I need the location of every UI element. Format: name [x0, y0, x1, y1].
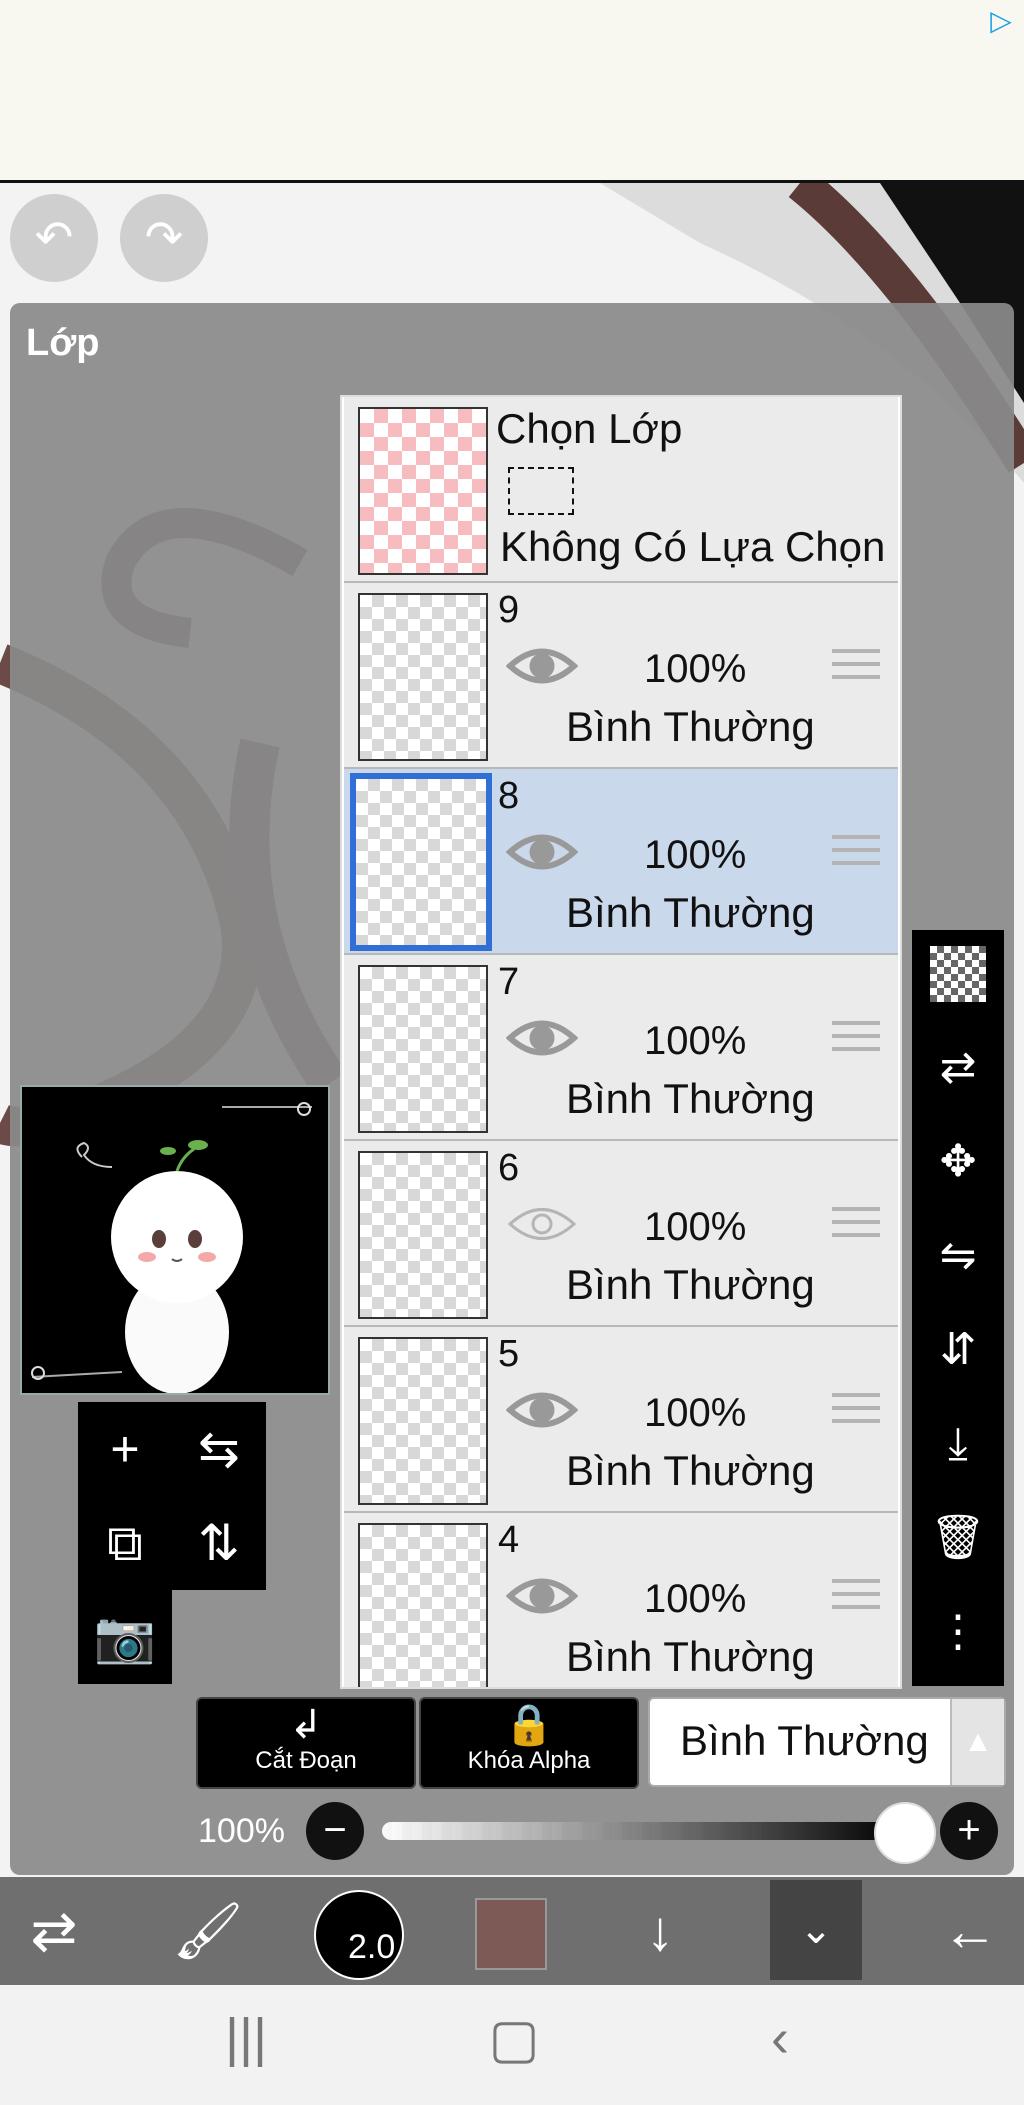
drag-handle-icon[interactable]	[832, 1393, 880, 1435]
opacity-slider-track[interactable]	[382, 1822, 902, 1840]
redo-icon: ↷	[144, 211, 184, 263]
back-arrow-icon[interactable]: ←	[930, 1887, 1010, 1975]
layer-blend-mode: Bình Thường	[566, 703, 815, 750]
flip-horizontal-button[interactable]: ⇆	[172, 1402, 266, 1496]
layer-number: 6	[498, 1147, 520, 1189]
camera-button[interactable]: 📷	[78, 1590, 172, 1684]
layer-row[interactable]: 7 100% Bình Thường	[344, 955, 898, 1142]
layer-opacity: 100%	[644, 1019, 747, 1063]
more-options-icon[interactable]: ⋮	[930, 1604, 986, 1660]
trash-icon[interactable]: 🗑	[930, 1510, 986, 1566]
eye-icon[interactable]	[506, 827, 578, 877]
recent-apps-icon[interactable]: |||	[206, 2007, 286, 2069]
eye-icon[interactable]	[506, 641, 578, 691]
layer-thumbnail	[358, 1337, 488, 1505]
flip-horizontal-icon[interactable]: ⇋	[930, 1228, 986, 1284]
move-icon[interactable]: ✥	[930, 1134, 986, 1190]
eye-hidden-icon[interactable]	[506, 1199, 578, 1249]
panel-title: Lớp	[26, 322, 100, 364]
transform-eraser-icon[interactable]: ⇄	[14, 1887, 94, 1975]
layer-quick-tools: + ⇆ ⧉ ⇅ 📷	[78, 1402, 268, 1688]
clipping-label: Cắt Đoạn	[255, 1747, 357, 1774]
layer-thumbnail	[358, 593, 488, 761]
opacity-increase-button[interactable]: +	[940, 1802, 998, 1860]
layer-row[interactable]: 8 100% Bình Thường	[344, 769, 898, 956]
layer-thumbnail	[358, 1151, 488, 1319]
layer-thumbnail	[350, 773, 492, 951]
arrow-down-icon[interactable]: ↓	[620, 1887, 700, 1975]
eye-icon[interactable]	[506, 1571, 578, 1621]
layer-opacity: 100%	[644, 647, 747, 691]
layer-blend-mode: Bình Thường	[566, 1261, 815, 1308]
layer-list[interactable]: Chọn Lớp Không Có Lựa Chọn 9 100% Bình T…	[340, 395, 902, 1689]
merge-down-icon[interactable]: ⤓	[930, 1416, 986, 1472]
layer-side-toolbar: ⇄ ✥ ⇋ ⇵ ⤓ 🗑 ⋮	[912, 930, 1004, 1686]
opacity-label: 100%	[198, 1812, 285, 1850]
layer-row[interactable]: 4 100% Bình Thường	[344, 1513, 898, 1687]
undo-button[interactable]: ↶	[10, 194, 98, 282]
drag-handle-icon[interactable]	[832, 1207, 880, 1249]
clipping-icon: ↲	[289, 1703, 323, 1747]
ad-banner[interactable]: ▷	[0, 0, 1024, 183]
drag-handle-icon[interactable]	[832, 1021, 880, 1063]
redo-button[interactable]: ↷	[120, 194, 208, 282]
layer-opacity: 100%	[644, 833, 747, 877]
camera-icon: 📷	[93, 1609, 157, 1665]
layer-row[interactable]: 6 100% Bình Thường	[344, 1141, 898, 1328]
layer-number: 4	[498, 1519, 520, 1561]
undo-icon: ↶	[34, 211, 74, 263]
layer-thumbnail	[358, 965, 488, 1133]
layer-row[interactable]: 9 100% Bình Thường	[344, 583, 898, 770]
opacity-slider-thumb[interactable]	[874, 1802, 936, 1864]
home-icon[interactable]: ▢	[474, 2007, 554, 2070]
layer-opacity: 100%	[644, 1577, 747, 1621]
transparency-icon[interactable]	[930, 946, 986, 1002]
color-swatch[interactable]	[475, 1898, 547, 1970]
alpha-lock-button[interactable]: 🔒 Khóa Alpha	[419, 1697, 639, 1789]
layer-blend-mode: Bình Thường	[566, 1447, 815, 1494]
move-layer-content-icon[interactable]: ⇄	[930, 1040, 986, 1096]
layer-number: 7	[498, 961, 520, 1003]
layer-number: 8	[498, 775, 520, 817]
flip-vertical-icon[interactable]: ⇵	[930, 1322, 986, 1378]
flip-vertical-button[interactable]: ⇅	[172, 1496, 266, 1590]
brush-size-value: 2.0	[348, 1928, 396, 1966]
drag-handle-icon[interactable]	[832, 1579, 880, 1621]
drag-handle-icon[interactable]	[832, 649, 880, 691]
character-preview-image	[22, 1087, 328, 1394]
layers-toggle-button[interactable]: ⌄	[770, 1880, 862, 1980]
selection-layer[interactable]: Chọn Lớp Không Có Lựa Chọn	[344, 397, 898, 584]
lock-icon: 🔒	[504, 1703, 554, 1747]
selection-thumbnail	[358, 407, 488, 575]
layer-opacity: 100%	[644, 1205, 747, 1249]
layer-opacity: 100%	[644, 1391, 747, 1435]
selection-status: Không Có Lựa Chọn	[500, 523, 886, 570]
brush-icon[interactable]: 🖌	[168, 1887, 248, 1975]
opacity-decrease-button[interactable]: −	[306, 1802, 364, 1860]
layer-number: 5	[498, 1333, 520, 1375]
blend-mode-value: Bình Thường	[680, 1717, 929, 1764]
layer-blend-mode: Bình Thường	[566, 1075, 815, 1122]
blend-mode-select[interactable]: Bình Thường ▲	[648, 1697, 1006, 1787]
eye-icon[interactable]	[506, 1385, 578, 1435]
layer-blend-mode: Bình Thường	[566, 889, 815, 936]
layer-number: 9	[498, 589, 520, 631]
layer-blend-mode: Bình Thường	[566, 1633, 815, 1680]
system-nav-bar: ||| ▢ ‹	[0, 1985, 1024, 2105]
ad-choices-icon[interactable]: ▷	[986, 6, 1016, 36]
clipping-button[interactable]: ↲ Cắt Đoạn	[196, 1697, 416, 1789]
selection-layer-title: Chọn Lớp	[496, 405, 683, 452]
alpha-lock-label: Khóa Alpha	[467, 1747, 591, 1774]
canvas-preview[interactable]	[20, 1085, 330, 1395]
selection-marquee-icon	[508, 467, 574, 515]
drag-handle-icon[interactable]	[832, 835, 880, 877]
chevron-up-icon[interactable]: ▲	[950, 1699, 1004, 1785]
layer-row[interactable]: 5 100% Bình Thường	[344, 1327, 898, 1514]
add-layer-button[interactable]: +	[78, 1402, 172, 1496]
duplicate-layer-button[interactable]: ⧉	[78, 1496, 172, 1590]
chevron-down-icon: ⌄	[799, 1908, 833, 1952]
back-icon[interactable]: ‹	[740, 2007, 820, 2069]
layer-thumbnail	[358, 1523, 488, 1687]
eye-icon[interactable]	[506, 1013, 578, 1063]
